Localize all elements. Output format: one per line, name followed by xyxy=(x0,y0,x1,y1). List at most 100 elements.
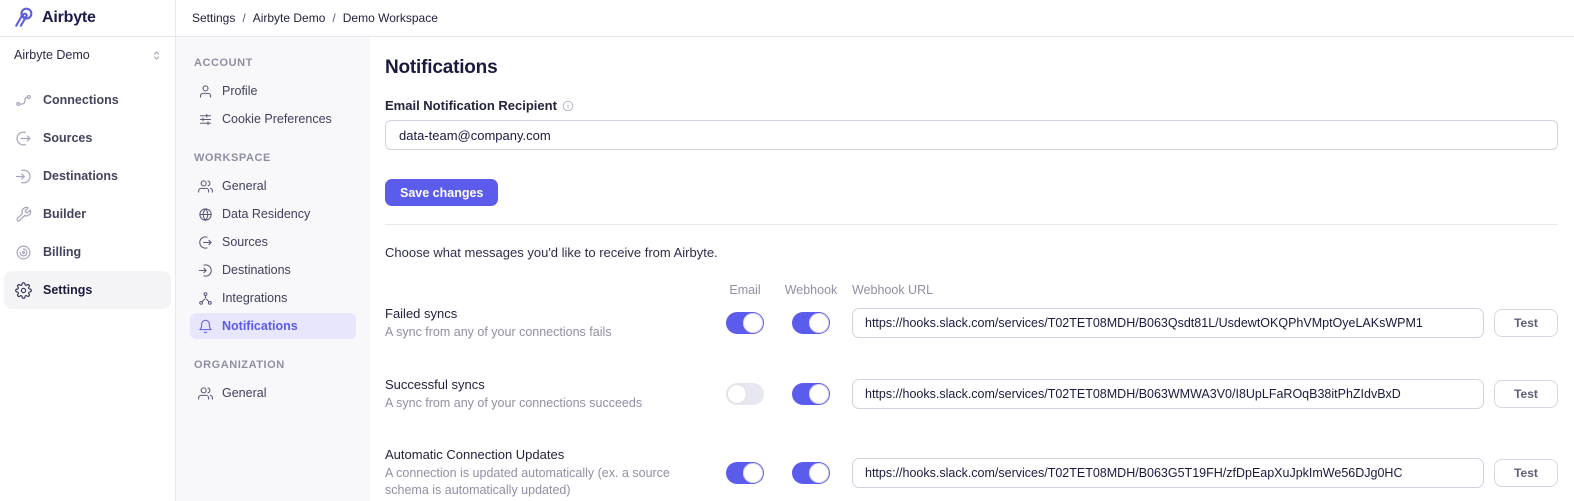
sidebar-item-destinations[interactable]: Destinations xyxy=(4,157,171,195)
email-recipient-label: Email Notification Recipient xyxy=(385,98,557,113)
notification-row-text: Failed syncs A sync from any of your conn… xyxy=(385,306,710,341)
email-toggle[interactable] xyxy=(726,312,764,334)
workspace-selector-label: Airbyte Demo xyxy=(14,48,90,62)
webhook-url-input[interactable] xyxy=(852,379,1484,409)
settings-nav-item-data-residency[interactable]: Data Residency xyxy=(190,201,356,227)
notification-row: Failed syncs A sync from any of your conn… xyxy=(385,306,1558,341)
settings-nav-item-label: Destinations xyxy=(222,263,291,277)
users-icon xyxy=(198,386,213,401)
breadcrumb-separator: / xyxy=(242,11,245,25)
users-icon xyxy=(198,179,213,194)
brand-wordmark: Airbyte xyxy=(42,9,96,27)
settings-nav-item-notifications[interactable]: Notifications xyxy=(190,313,356,339)
breadcrumb-item[interactable]: Demo Workspace xyxy=(343,11,438,25)
settings-nav-item-label: Integrations xyxy=(222,291,287,305)
page-title: Notifications xyxy=(385,57,1558,79)
workspace-selector[interactable]: Airbyte Demo xyxy=(0,37,175,73)
toggle-knob xyxy=(743,463,763,483)
source-icon xyxy=(198,235,213,250)
breadcrumb-separator: / xyxy=(332,11,335,25)
app-sidebar: Airbyte Demo Connections Sources Destinati… xyxy=(0,37,176,501)
sidebar-item-label: Connections xyxy=(43,93,119,107)
settings-nav-item-label: Data Residency xyxy=(222,207,310,221)
top-bar: Airbyte Settings / Airbyte Demo / Demo Works… xyxy=(0,0,1574,37)
settings-nav-section-title: ACCOUNT xyxy=(190,57,356,69)
settings-nav-item-label: General xyxy=(222,386,266,400)
notification-row-text: Automatic Connection UpdatesA connection… xyxy=(385,447,710,498)
notifications-description: Choose what messages you'd like to recei… xyxy=(385,245,1558,260)
divider xyxy=(385,224,1558,225)
settings-nav-section: ACCOUNT Profile Cookie Preferences xyxy=(190,57,356,132)
settings-nav-item-org-general[interactable]: General xyxy=(190,380,356,406)
sidebar-item-settings[interactable]: Settings xyxy=(4,271,171,309)
toggle-knob xyxy=(743,313,763,333)
settings-nav-item-general[interactable]: General xyxy=(190,173,356,199)
sliders-icon xyxy=(198,112,213,127)
settings-nav-item-label: Notifications xyxy=(222,319,298,333)
webhook-toggle[interactable] xyxy=(792,312,830,334)
app-nav: Connections Sources Destinations Builder Bil… xyxy=(0,81,175,309)
sidebar-item-builder[interactable]: Builder xyxy=(4,195,171,233)
settings-nav-section: ORGANIZATION General xyxy=(190,359,356,406)
sidebar-item-label: Settings xyxy=(43,283,92,297)
chevron-up-down-icon xyxy=(150,49,163,62)
settings-nav-item-sources[interactable]: Sources xyxy=(190,229,356,255)
connections-icon xyxy=(15,92,32,109)
settings-nav-item-integrations[interactable]: Integrations xyxy=(190,285,356,311)
sidebar-item-sources[interactable]: Sources xyxy=(4,119,171,157)
webhook-toggle[interactable] xyxy=(792,462,830,484)
notification-row-text: Successful syncsA sync from any of your … xyxy=(385,377,710,412)
sidebar-item-connections[interactable]: Connections xyxy=(4,81,171,119)
billing-icon xyxy=(15,244,32,261)
toggle-knob xyxy=(809,463,829,483)
bell-icon xyxy=(198,319,213,334)
notification-description: A sync from any of your connections succ… xyxy=(385,395,710,412)
settings-nav-item-label: Sources xyxy=(222,235,268,249)
webhook-url-input[interactable] xyxy=(852,308,1484,338)
email-recipient-input[interactable] xyxy=(385,120,1558,150)
test-webhook-button[interactable]: Test xyxy=(1494,380,1558,408)
settings-nav-section: WORKSPACE General Data Residency Sources Des… xyxy=(190,152,356,339)
test-webhook-button[interactable]: Test xyxy=(1494,459,1558,487)
settings-nav: ACCOUNT Profile Cookie Preferences WORKSPAC… xyxy=(176,37,370,501)
builder-icon xyxy=(15,206,32,223)
settings-nav-item-destinations[interactable]: Destinations xyxy=(190,257,356,283)
sidebar-item-label: Billing xyxy=(43,245,81,259)
notification-row: Successful syncsA sync from any of your … xyxy=(385,377,1558,412)
destination-icon xyxy=(15,168,32,185)
settings-nav-item-label: General xyxy=(222,179,266,193)
test-webhook-button[interactable]: Test xyxy=(1494,309,1558,337)
settings-nav-item-label: Profile xyxy=(222,84,257,98)
sidebar-item-label: Sources xyxy=(43,131,92,145)
globe-icon xyxy=(198,207,213,222)
notification-description: A sync from any of your connections fail… xyxy=(385,324,710,341)
breadcrumb-item[interactable]: Airbyte Demo xyxy=(253,11,326,25)
notification-title: Failed syncs xyxy=(385,306,710,321)
email-toggle[interactable] xyxy=(726,383,764,405)
column-header-webhook-url: Webhook URL xyxy=(852,283,1484,297)
gear-icon xyxy=(15,282,32,299)
notification-title: Automatic Connection Updates xyxy=(385,447,710,462)
settings-nav-item-cookie-preferences[interactable]: Cookie Preferences xyxy=(190,106,356,132)
info-icon[interactable] xyxy=(562,100,574,112)
settings-nav-section-title: WORKSPACE xyxy=(190,152,356,164)
notifications-page: Notifications Email Notification Recipie… xyxy=(370,37,1574,501)
source-icon xyxy=(15,130,32,147)
settings-nav-section-title: ORGANIZATION xyxy=(190,359,356,371)
settings-nav-item-label: Cookie Preferences xyxy=(222,112,332,126)
airbyte-logo-icon xyxy=(13,6,35,31)
breadcrumb-item[interactable]: Settings xyxy=(192,11,235,25)
column-header-email: Email xyxy=(720,283,770,297)
webhook-url-input[interactable] xyxy=(852,458,1484,488)
webhook-toggle[interactable] xyxy=(792,383,830,405)
save-changes-button[interactable]: Save changes xyxy=(385,179,498,206)
integrations-icon xyxy=(198,291,213,306)
sidebar-item-billing[interactable]: Billing xyxy=(4,233,171,271)
brand-logo: Airbyte xyxy=(0,0,176,36)
settings-nav-item-profile[interactable]: Profile xyxy=(190,78,356,104)
user-icon xyxy=(198,84,213,99)
column-header-webhook: Webhook xyxy=(780,283,842,297)
email-toggle[interactable] xyxy=(726,462,764,484)
sidebar-item-label: Builder xyxy=(43,207,86,221)
toggle-knob xyxy=(809,313,829,333)
